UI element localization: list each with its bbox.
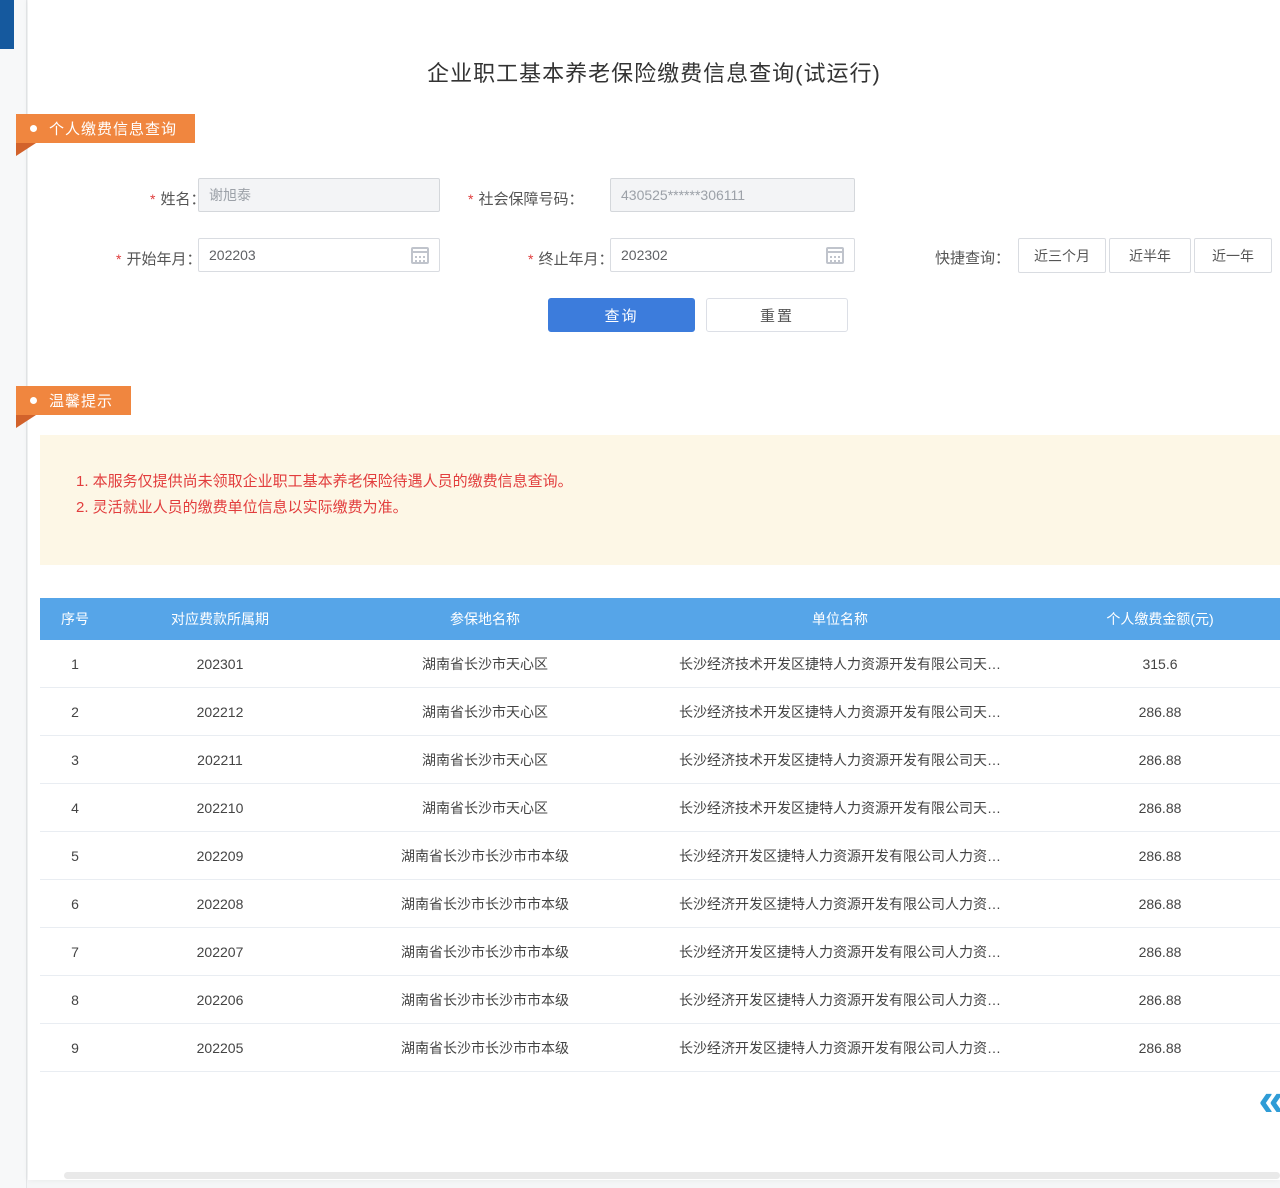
calendar-icon[interactable]: [411, 247, 429, 264]
bullet-dot-icon: [30, 125, 37, 132]
pension-query-page: 企业职工基本养老保险缴费信息查询(试运行) *姓名： 谢旭泰 *社会保障号码： …: [0, 0, 1280, 1188]
tips-notice: 1. 本服务仅提供尚未领取企业职工基本养老保险待遇人员的缴费信息查询。 2. 灵…: [40, 435, 1280, 565]
cell-region: 湖南省长沙市天心区: [330, 750, 640, 770]
cell-amount: 286.88: [1040, 800, 1280, 816]
cell-period: 202206: [110, 992, 330, 1008]
required-asterisk: *: [468, 191, 473, 207]
table-row: 2 202212 湖南省长沙市天心区 长沙经济技术开发区捷特人力资源开发有限公司…: [40, 688, 1280, 736]
cell-index: 4: [40, 800, 110, 816]
table-row: 1 202301 湖南省长沙市天心区 长沙经济技术开发区捷特人力资源开发有限公司…: [40, 640, 1280, 688]
cell-region: 湖南省长沙市长沙市市本级: [330, 846, 640, 866]
table-row: 9 202205 湖南省长沙市长沙市市本级 长沙经济开发区捷特人力资源开发有限公…: [40, 1024, 1280, 1072]
table-header: 序号: [40, 609, 110, 629]
cell-period: 202212: [110, 704, 330, 720]
cell-period: 202211: [110, 752, 330, 768]
cell-amount: 286.88: [1040, 896, 1280, 912]
cell-region: 湖南省长沙市长沙市市本级: [330, 894, 640, 914]
cell-company: 长沙经济技术开发区捷特人力资源开发有限公司天…: [640, 702, 1040, 722]
required-asterisk: *: [150, 191, 155, 207]
cell-amount: 286.88: [1040, 944, 1280, 960]
table-header-row: 序号 对应费款所属期 参保地名称 单位名称 个人缴费金额(元): [40, 598, 1280, 640]
required-asterisk: *: [116, 251, 121, 267]
cell-amount: 286.88: [1040, 1040, 1280, 1056]
end-date-input[interactable]: 202302: [610, 238, 855, 272]
cell-region: 湖南省长沙市天心区: [330, 654, 640, 674]
cell-company: 长沙经济技术开发区捷特人力资源开发有限公司天…: [640, 654, 1040, 674]
cell-region: 湖南省长沙市长沙市市本级: [330, 990, 640, 1010]
cell-company: 长沙经济开发区捷特人力资源开发有限公司人力资…: [640, 894, 1040, 914]
cell-index: 3: [40, 752, 110, 768]
table-row: 3 202211 湖南省长沙市天心区 长沙经济技术开发区捷特人力资源开发有限公司…: [40, 736, 1280, 784]
badge-fold: [16, 143, 36, 156]
table-row: 5 202209 湖南省长沙市长沙市市本级 长沙经济开发区捷特人力资源开发有限公…: [40, 832, 1280, 880]
bullet-dot-icon: [30, 397, 37, 404]
start-date-label: *开始年月：: [116, 248, 201, 269]
table-row: 4 202210 湖南省长沙市天心区 长沙经济技术开发区捷特人力资源开发有限公司…: [40, 784, 1280, 832]
cell-region: 湖南省长沙市天心区: [330, 702, 640, 722]
cell-period: 202205: [110, 1040, 330, 1056]
cell-company: 长沙经济开发区捷特人力资源开发有限公司人力资…: [640, 846, 1040, 866]
table-header: 对应费款所属期: [110, 609, 330, 629]
cell-region: 湖南省长沙市长沙市市本级: [330, 942, 640, 962]
name-input[interactable]: 谢旭泰: [198, 178, 440, 212]
payment-table: 序号 对应费款所属期 参保地名称 单位名称 个人缴费金额(元) 1 202301…: [40, 598, 1280, 1072]
cell-company: 长沙经济开发区捷特人力资源开发有限公司人力资…: [640, 990, 1040, 1010]
cell-period: 202208: [110, 896, 330, 912]
table-row: 7 202207 湖南省长沙市长沙市市本级 长沙经济开发区捷特人力资源开发有限公…: [40, 928, 1280, 976]
cell-amount: 286.88: [1040, 992, 1280, 1008]
table-header: 单位名称: [640, 609, 1040, 629]
table-body: 1 202301 湖南省长沙市天心区 长沙经济技术开发区捷特人力资源开发有限公司…: [40, 640, 1280, 1072]
main-card: 企业职工基本养老保险缴费信息查询(试运行) *姓名： 谢旭泰 *社会保障号码： …: [28, 0, 1280, 1180]
cell-company: 长沙经济开发区捷特人力资源开发有限公司人力资…: [640, 1038, 1040, 1058]
cell-period: 202209: [110, 848, 330, 864]
badge-fold: [16, 415, 36, 428]
cell-period: 202301: [110, 656, 330, 672]
ssn-label: *社会保障号码：: [468, 188, 583, 209]
tips-line: 2. 灵活就业人员的缴费单位信息以实际缴费为准。: [76, 495, 1280, 521]
left-rail-accent: [0, 0, 14, 49]
cell-index: 1: [40, 656, 110, 672]
section-badge-query: 个人缴费信息查询: [16, 114, 195, 143]
reset-button[interactable]: 重置: [706, 298, 848, 332]
ssn-input[interactable]: 430525******306111: [610, 178, 855, 212]
quick-3months-button[interactable]: 近三个月: [1018, 238, 1106, 273]
section-badge-tips: 温馨提示: [16, 386, 131, 415]
required-asterisk: *: [528, 251, 533, 267]
cell-amount: 315.6: [1040, 656, 1280, 672]
horizontal-scrollbar[interactable]: [64, 1172, 1280, 1179]
cell-company: 长沙经济技术开发区捷特人力资源开发有限公司天…: [640, 798, 1040, 818]
table-header: 个人缴费金额(元): [1040, 609, 1280, 629]
calendar-icon[interactable]: [826, 247, 844, 264]
cell-period: 202207: [110, 944, 330, 960]
quick-query-label: 快捷查询：: [935, 247, 1010, 268]
page-title: 企业职工基本养老保险缴费信息查询(试运行): [28, 56, 1280, 88]
cell-index: 2: [40, 704, 110, 720]
cell-amount: 286.88: [1040, 752, 1280, 768]
table-header: 参保地名称: [330, 609, 640, 629]
table-row: 6 202208 湖南省长沙市长沙市市本级 长沙经济开发区捷特人力资源开发有限公…: [40, 880, 1280, 928]
left-rail: [0, 0, 27, 1188]
cell-index: 6: [40, 896, 110, 912]
cell-index: 8: [40, 992, 110, 1008]
query-button[interactable]: 查询: [548, 298, 695, 332]
start-date-input[interactable]: 202203: [198, 238, 440, 272]
cell-region: 湖南省长沙市天心区: [330, 798, 640, 818]
cell-index: 7: [40, 944, 110, 960]
cell-company: 长沙经济开发区捷特人力资源开发有限公司人力资…: [640, 942, 1040, 962]
cell-amount: 286.88: [1040, 704, 1280, 720]
quick-6months-button[interactable]: 近半年: [1109, 238, 1191, 273]
cell-company: 长沙经济技术开发区捷特人力资源开发有限公司天…: [640, 750, 1040, 770]
table-row: 8 202206 湖南省长沙市长沙市市本级 长沙经济开发区捷特人力资源开发有限公…: [40, 976, 1280, 1024]
cell-index: 5: [40, 848, 110, 864]
cell-region: 湖南省长沙市长沙市市本级: [330, 1038, 640, 1058]
end-date-label: *终止年月：: [528, 248, 613, 269]
cell-index: 9: [40, 1040, 110, 1056]
collapse-chevron-icon[interactable]: «: [1258, 1076, 1280, 1122]
quick-1year-button[interactable]: 近一年: [1194, 238, 1272, 273]
tips-line: 1. 本服务仅提供尚未领取企业职工基本养老保险待遇人员的缴费信息查询。: [76, 469, 1280, 495]
cell-amount: 286.88: [1040, 848, 1280, 864]
cell-period: 202210: [110, 800, 330, 816]
